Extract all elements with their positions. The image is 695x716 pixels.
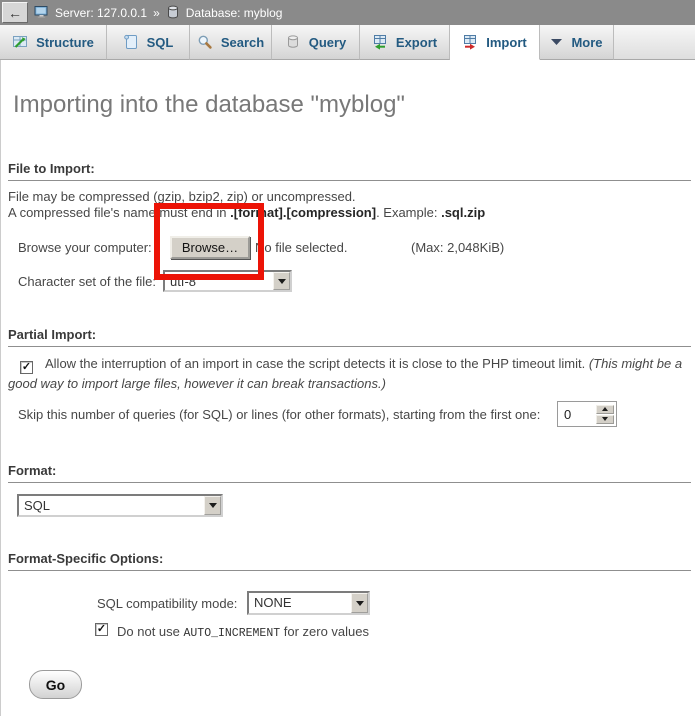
- allow-interruption-checkbox[interactable]: ✓: [20, 361, 33, 374]
- tab-export[interactable]: Export: [360, 25, 450, 60]
- dropdown-arrow-button[interactable]: [204, 496, 221, 515]
- chevron-up-icon: [602, 407, 608, 411]
- tab-label: Export: [396, 35, 437, 50]
- tab-structure[interactable]: Structure: [0, 25, 107, 60]
- query-icon: [285, 34, 301, 50]
- sql-compatibility-select[interactable]: NONE: [247, 591, 370, 615]
- note-format-pattern: .[format].[compression]: [230, 205, 376, 220]
- compression-note-line2: A compressed file's name must end in .[f…: [8, 205, 485, 220]
- breadcrumb-separator: »: [153, 6, 160, 20]
- structure-icon: [12, 34, 28, 50]
- back-button[interactable]: ←: [2, 2, 28, 23]
- chevron-down-icon: [356, 601, 364, 606]
- database-icon: [166, 5, 180, 20]
- charset-select[interactable]: utf-8: [163, 270, 292, 292]
- spinner-down-button[interactable]: [596, 415, 614, 424]
- server-icon: [34, 5, 49, 20]
- sql-compatibility-label: SQL compatibility mode:: [97, 596, 237, 611]
- max-upload-size: (Max: 2,048KiB): [411, 240, 504, 255]
- tabbar-filler: [614, 25, 695, 60]
- sql-icon: [123, 34, 139, 50]
- section-heading-partial-import: Partial Import:: [8, 327, 691, 347]
- zero-values-text: Do not use: [117, 624, 184, 639]
- chevron-down-icon: [209, 503, 217, 508]
- no-file-selected-text: No file selected.: [255, 240, 348, 255]
- partial-import-option: ✓ Allow the interruption of an import in …: [8, 354, 694, 394]
- chevron-down-icon: [278, 279, 286, 284]
- note-text: . Example:: [376, 205, 441, 220]
- tab-search[interactable]: Search: [190, 25, 272, 60]
- compression-note-line1: File may be compressed (gzip, bzip2, zip…: [8, 189, 356, 204]
- tab-more[interactable]: More: [540, 25, 614, 60]
- section-heading-file-to-import: File to Import:: [8, 161, 691, 181]
- skip-queries-value: 0: [560, 407, 596, 422]
- browse-button[interactable]: Browse…: [170, 236, 250, 259]
- zero-values-checkbox[interactable]: ✓: [95, 623, 108, 636]
- import-icon: [462, 34, 478, 50]
- charset-selected-value: utf-8: [165, 272, 273, 290]
- skip-queries-label: Skip this number of queries (for SQL) or…: [18, 407, 540, 422]
- tab-label: SQL: [147, 35, 174, 50]
- tab-label: Structure: [36, 35, 94, 50]
- tab-label: More: [571, 35, 602, 50]
- format-selected-value: SQL: [19, 496, 204, 515]
- chevron-down-icon: [602, 417, 608, 421]
- auto-increment-code: AUTO_INCREMENT: [184, 627, 281, 640]
- note-example: .sql.zip: [441, 205, 485, 220]
- content-left-border: [0, 60, 1, 716]
- zero-values-text: for zero values: [280, 624, 369, 639]
- tab-bar: Structure SQL Search: [0, 25, 695, 60]
- zero-values-label: Do not use AUTO_INCREMENT for zero value…: [117, 624, 369, 640]
- tab-sql[interactable]: SQL: [107, 25, 190, 60]
- breadcrumb-database-link[interactable]: Database: myblog: [186, 6, 283, 20]
- tab-label: Query: [309, 35, 347, 50]
- breadcrumb-server-link[interactable]: Server: 127.0.0.1: [55, 6, 147, 20]
- dropdown-arrow-button[interactable]: [351, 593, 368, 613]
- breadcrumb-bar: ← Server: 127.0.0.1 » Database: myblog: [0, 0, 695, 25]
- phpmyadmin-import-page: ← Server: 127.0.0.1 » Database: myblog: [0, 0, 695, 716]
- charset-label: Character set of the file:: [18, 274, 156, 289]
- tab-import[interactable]: Import: [450, 25, 540, 60]
- dropdown-arrow-button[interactable]: [273, 272, 290, 290]
- back-arrow-icon: ←: [8, 6, 22, 20]
- spinner-up-button[interactable]: [596, 405, 614, 414]
- tab-label: Import: [486, 35, 526, 50]
- spinner-buttons: [596, 405, 614, 424]
- chevron-down-icon: [550, 38, 563, 46]
- sql-compatibility-selected-value: NONE: [249, 593, 351, 613]
- section-heading-format: Format:: [8, 463, 691, 483]
- page-title: Importing into the database "myblog": [13, 91, 405, 119]
- search-icon: [197, 34, 213, 50]
- tab-label: Search: [221, 35, 264, 50]
- format-select[interactable]: SQL: [17, 494, 223, 517]
- go-button[interactable]: Go: [29, 670, 82, 699]
- note-text: A compressed file's name must end in: [8, 205, 230, 220]
- tab-query[interactable]: Query: [272, 25, 360, 60]
- export-icon: [372, 34, 388, 50]
- allow-interruption-text: Allow the interruption of an import in c…: [45, 356, 589, 371]
- section-heading-format-options: Format-Specific Options:: [8, 551, 691, 571]
- browse-label: Browse your computer:: [18, 240, 152, 255]
- skip-queries-input[interactable]: 0: [557, 401, 617, 427]
